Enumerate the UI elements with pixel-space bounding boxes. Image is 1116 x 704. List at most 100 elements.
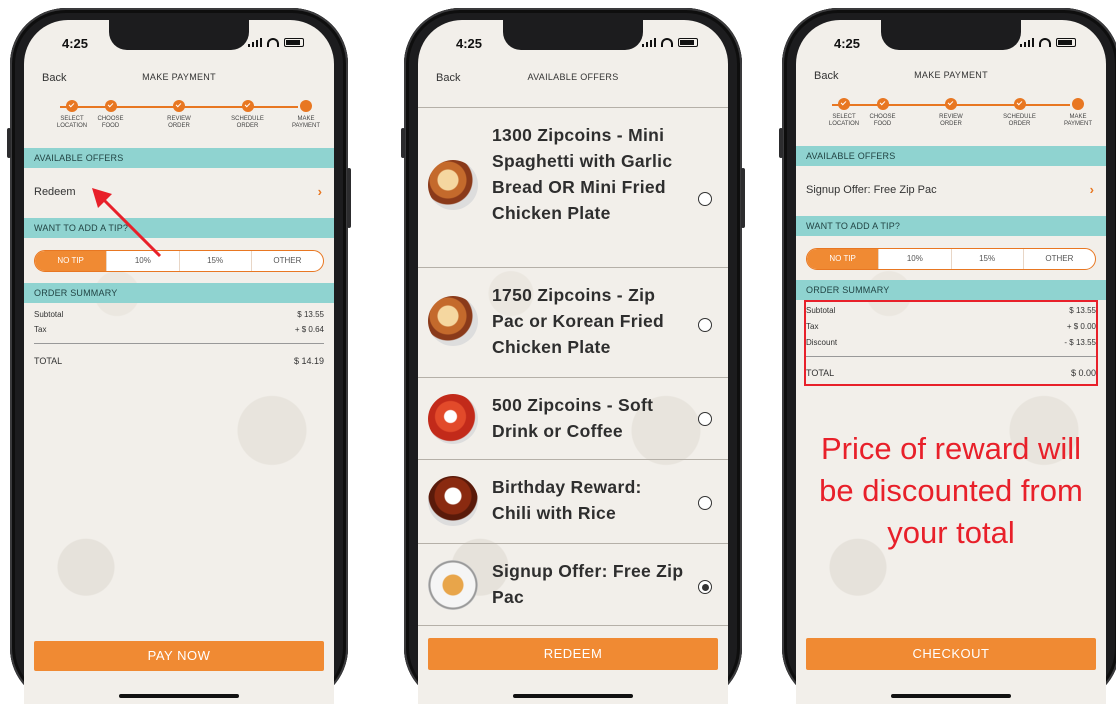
subtotal-value: $ 13.55 xyxy=(1069,306,1096,315)
power-button xyxy=(347,168,351,228)
status-icons xyxy=(247,38,304,47)
subtotal-row: Subtotal $ 13.55 xyxy=(34,310,324,319)
wifi-icon xyxy=(267,38,279,47)
notch xyxy=(503,20,643,50)
tip-option-10[interactable]: 10% xyxy=(879,249,952,269)
offer-title: 500 Zipcoins - Soft Drink or Coffee xyxy=(492,395,654,441)
signal-icon xyxy=(641,38,656,47)
home-indicator xyxy=(513,694,633,698)
step-schedule-order: SCHEDULE ORDER xyxy=(218,100,278,130)
offer-item[interactable]: 1300 Zipcoins - Mini Spaghetti with Garl… xyxy=(418,108,728,268)
offer-title: 1300 Zipcoins - Mini Spaghetti with Garl… xyxy=(492,125,673,223)
tax-row: Tax + $ 0.64 xyxy=(34,325,324,334)
subtotal-row: Subtotal $ 13.55 xyxy=(806,306,1096,315)
progress-stepper: SELECT LOCATION CHOOSE FOOD REVIEW ORDER… xyxy=(42,100,320,140)
offer-radio[interactable] xyxy=(698,192,712,206)
offer-radio-selected[interactable] xyxy=(698,580,712,594)
offer-thumbnail xyxy=(428,296,478,346)
status-icons xyxy=(641,38,698,47)
tax-value: + $ 0.00 xyxy=(1066,322,1096,331)
discount-label: Discount xyxy=(806,338,838,347)
phone-frame-make-payment-discounted: 4:25 Back MAKE PAYMENT SELECT LOCATION C… xyxy=(779,8,1116,704)
step-label: REVIEW ORDER xyxy=(167,116,191,129)
step-choose-food: CHOOSE FOOD xyxy=(81,100,141,130)
tip-option-15[interactable]: 15% xyxy=(952,249,1024,269)
status-time: 4:25 xyxy=(834,36,861,51)
redeem-button[interactable]: REDEEM xyxy=(428,638,718,670)
step-choose-food: CHOOSE FOOD xyxy=(853,98,913,128)
status-time: 4:25 xyxy=(456,36,483,51)
total-value: $ 14.19 xyxy=(293,356,324,366)
tip-option-other[interactable]: OTHER xyxy=(252,251,323,271)
offer-item[interactable]: Birthday Reward: Chili with Rice xyxy=(418,460,728,544)
step-label: SCHEDULE ORDER xyxy=(1003,114,1036,127)
step-review-order: REVIEW ORDER xyxy=(149,100,209,130)
offer-title: 1750 Zipcoins - Zip Pac or Korean Fried … xyxy=(492,285,665,357)
battery-icon xyxy=(284,38,304,47)
chevron-right-icon[interactable]: › xyxy=(318,184,322,199)
step-make-payment: MAKE PAYMENT xyxy=(1048,98,1106,128)
step-review-order: REVIEW ORDER xyxy=(921,98,981,128)
offer-radio[interactable] xyxy=(698,496,712,510)
tip-option-15[interactable]: 15% xyxy=(180,251,252,271)
wifi-icon xyxy=(661,38,673,47)
section-order-summary: ORDER SUMMARY xyxy=(24,283,334,303)
tax-label: Tax xyxy=(806,322,819,331)
redeem-link[interactable]: Redeem xyxy=(34,186,76,198)
signal-icon xyxy=(247,38,262,47)
offer-radio[interactable] xyxy=(698,412,712,426)
status-time: 4:25 xyxy=(62,36,89,51)
total-row: TOTAL $ 14.19 xyxy=(34,356,324,366)
progress-stepper: SELECT LOCATION CHOOSE FOOD REVIEW ORDER… xyxy=(814,98,1092,138)
phone-frame-available-offers: 4:25 Back AVAILABLE OFFERS 1300 Zipcoins… xyxy=(401,8,745,704)
phone-frame-make-payment: 4:25 Back MAKE PAYMENT SELECT LOCATION C… xyxy=(7,8,351,704)
offer-radio[interactable] xyxy=(698,318,712,332)
section-tip: WANT TO ADD A TIP? xyxy=(24,218,334,238)
tax-row: Tax + $ 0.00 xyxy=(806,322,1096,331)
chevron-right-icon[interactable]: › xyxy=(1090,182,1094,197)
step-label: REVIEW ORDER xyxy=(939,114,963,127)
total-row: TOTAL $ 0.00 xyxy=(806,368,1096,378)
list-divider-top xyxy=(418,80,728,108)
tax-label: Tax xyxy=(34,325,47,334)
section-available-offers: AVAILABLE OFFERS xyxy=(24,148,334,168)
step-label: CHOOSE FOOD xyxy=(869,114,896,127)
offer-item[interactable]: 500 Zipcoins - Soft Drink or Coffee xyxy=(418,378,728,460)
checkout-button[interactable]: CHECKOUT xyxy=(806,638,1096,670)
home-indicator xyxy=(891,694,1011,698)
section-available-offers: AVAILABLE OFFERS xyxy=(796,146,1106,166)
battery-icon xyxy=(1056,38,1076,47)
screen: 4:25 Back AVAILABLE OFFERS 1300 Zipcoins… xyxy=(418,20,728,704)
total-label: TOTAL xyxy=(806,368,835,378)
nav-bar: Back MAKE PAYMENT xyxy=(796,70,1106,86)
tip-option-no-tip[interactable]: NO TIP xyxy=(807,249,880,269)
offer-title: Birthday Reward: Chili with Rice xyxy=(492,477,642,523)
applied-offer[interactable]: Signup Offer: Free Zip Pac xyxy=(806,184,937,196)
pay-now-button[interactable]: PAY NOW xyxy=(34,641,324,671)
offer-item[interactable]: Signup Offer: Free Zip Pac xyxy=(418,544,728,626)
discount-row: Discount - $ 13.55 xyxy=(806,338,1096,347)
subtotal-label: Subtotal xyxy=(34,310,64,319)
offer-thumbnail xyxy=(428,160,478,210)
red-arrow-annotation xyxy=(92,188,162,258)
notch xyxy=(109,20,249,50)
offer-thumbnail xyxy=(428,476,478,526)
wifi-icon xyxy=(1039,38,1051,47)
divider xyxy=(806,356,1096,357)
offer-title: Signup Offer: Free Zip Pac xyxy=(492,561,684,607)
tax-value: + $ 0.64 xyxy=(294,325,324,334)
step-label: SCHEDULE ORDER xyxy=(231,116,264,129)
subtotal-label: Subtotal xyxy=(806,306,836,315)
step-label: MAKE PAYMENT xyxy=(291,116,321,129)
offer-thumbnail xyxy=(428,394,478,444)
screen: 4:25 Back MAKE PAYMENT SELECT LOCATION C… xyxy=(24,20,334,704)
power-button xyxy=(741,168,745,228)
section-tip: WANT TO ADD A TIP? xyxy=(796,216,1106,236)
signal-icon xyxy=(1019,38,1034,47)
divider xyxy=(34,343,324,344)
tip-option-other[interactable]: OTHER xyxy=(1024,249,1095,269)
offer-thumbnail xyxy=(428,560,478,610)
annotation-note: Price of reward will be discounted from … xyxy=(819,431,1083,550)
page-title: MAKE PAYMENT xyxy=(914,70,988,80)
offer-item[interactable]: 1750 Zipcoins - Zip Pac or Korean Fried … xyxy=(418,268,728,378)
